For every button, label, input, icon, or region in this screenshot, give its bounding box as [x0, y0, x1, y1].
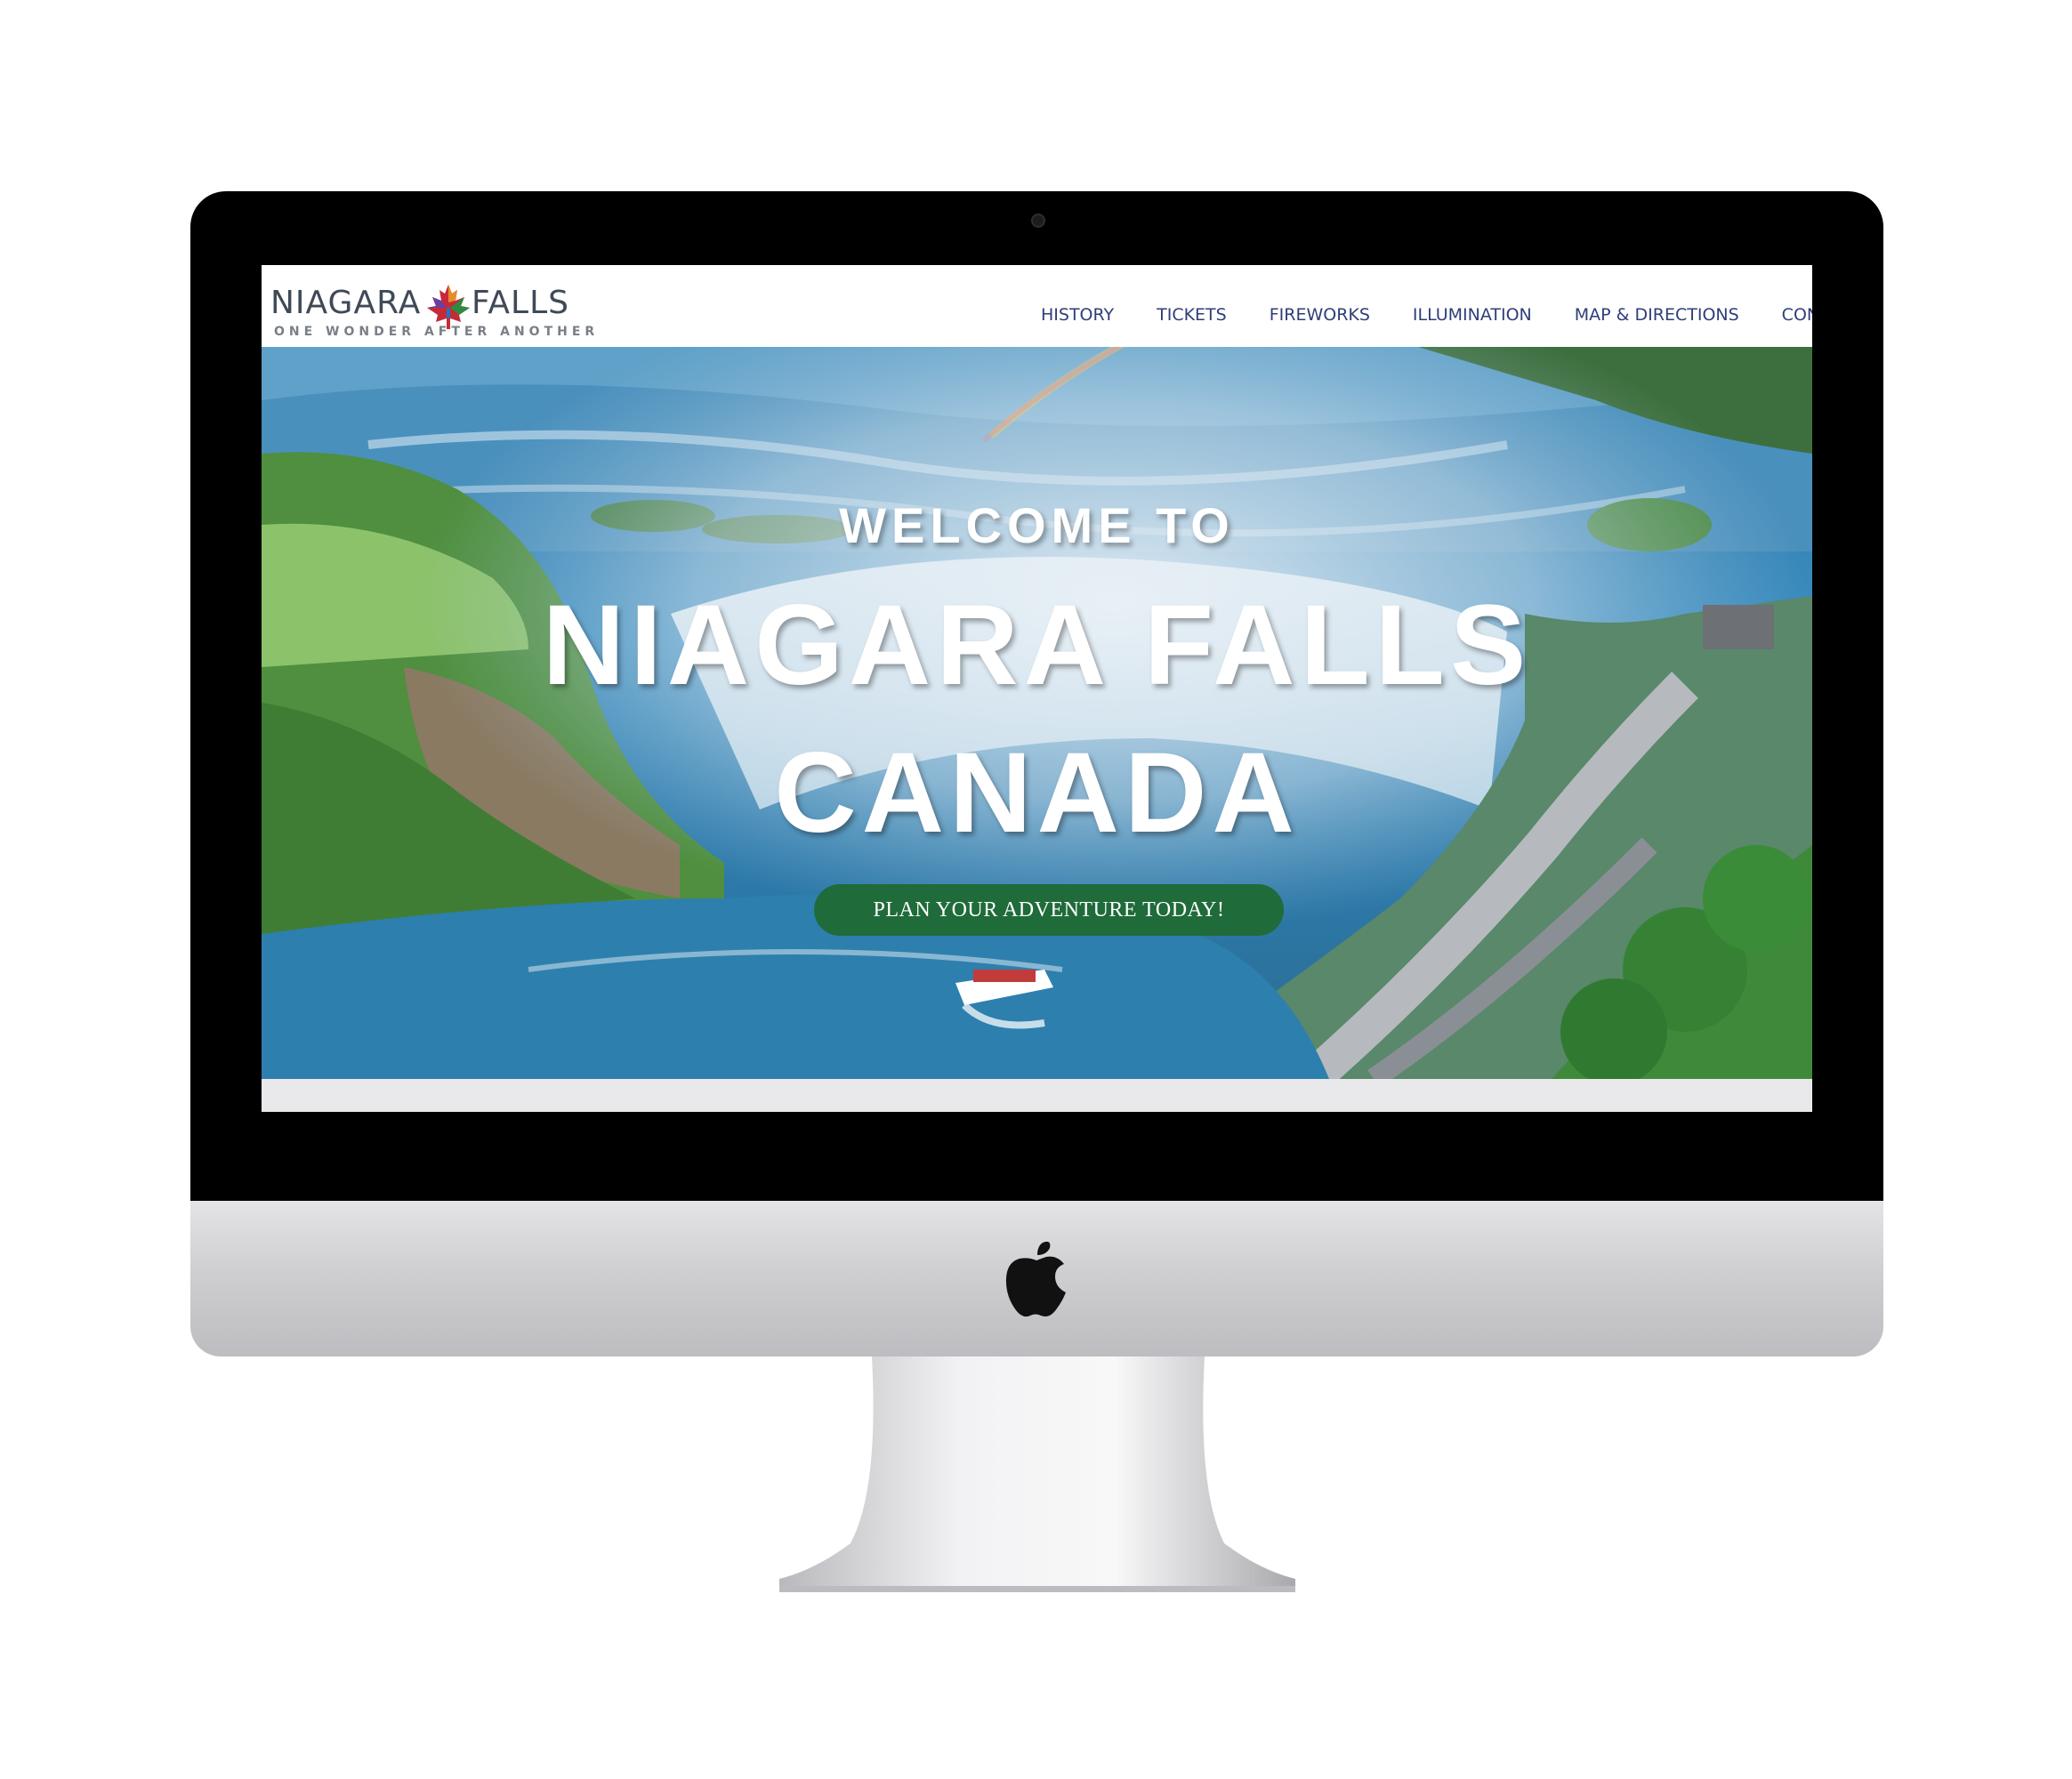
monitor-stand: [779, 1356, 1295, 1592]
logo-tagline: ONE WONDER AFTER ANOTHER: [274, 325, 600, 339]
camera-icon: [1031, 213, 1045, 228]
nav-item-tickets[interactable]: TICKETS: [1157, 305, 1227, 325]
plan-adventure-button[interactable]: PLAN YOUR ADVENTURE TODAY!: [814, 884, 1284, 936]
nav-item-fireworks[interactable]: FIREWORKS: [1270, 305, 1370, 325]
maple-leaf-icon: [427, 285, 470, 329]
hero-section: WELCOME TO NIAGARA FALLS CANADA PLAN YOU…: [262, 347, 1812, 1079]
site-logo[interactable]: NIAGARA FALLS ONE WONDER AFTER ANOTHER: [270, 274, 594, 345]
hero-waterfall-image: [262, 347, 1812, 1079]
browser-viewport: NIAGARA FALLS ONE WONDER AFTER ANOTHER H…: [262, 265, 1812, 1112]
logo-word-falls: FALLS: [472, 285, 569, 321]
nav-item-map-directions[interactable]: MAP & DIRECTIONS: [1575, 305, 1739, 325]
nav-item-contact[interactable]: CON: [1782, 305, 1812, 325]
hero-title-line2: CANADA: [774, 729, 1300, 857]
nav-item-illumination[interactable]: ILLUMINATION: [1413, 305, 1532, 325]
hero-welcome-text: WELCOME TO: [839, 497, 1235, 553]
site-header: NIAGARA FALLS ONE WONDER AFTER ANOTHER H…: [262, 265, 1812, 347]
logo-word-niagara: NIAGARA: [270, 285, 422, 321]
hero-title-line1: NIAGARA FALLS: [542, 582, 1532, 709]
main-nav: HISTORY TICKETS FIREWORKS ILLUMINATION M…: [1041, 305, 1812, 325]
next-section-strip: [262, 1079, 1812, 1112]
nav-item-history[interactable]: HISTORY: [1041, 305, 1114, 325]
apple-icon: [1005, 1241, 1066, 1317]
